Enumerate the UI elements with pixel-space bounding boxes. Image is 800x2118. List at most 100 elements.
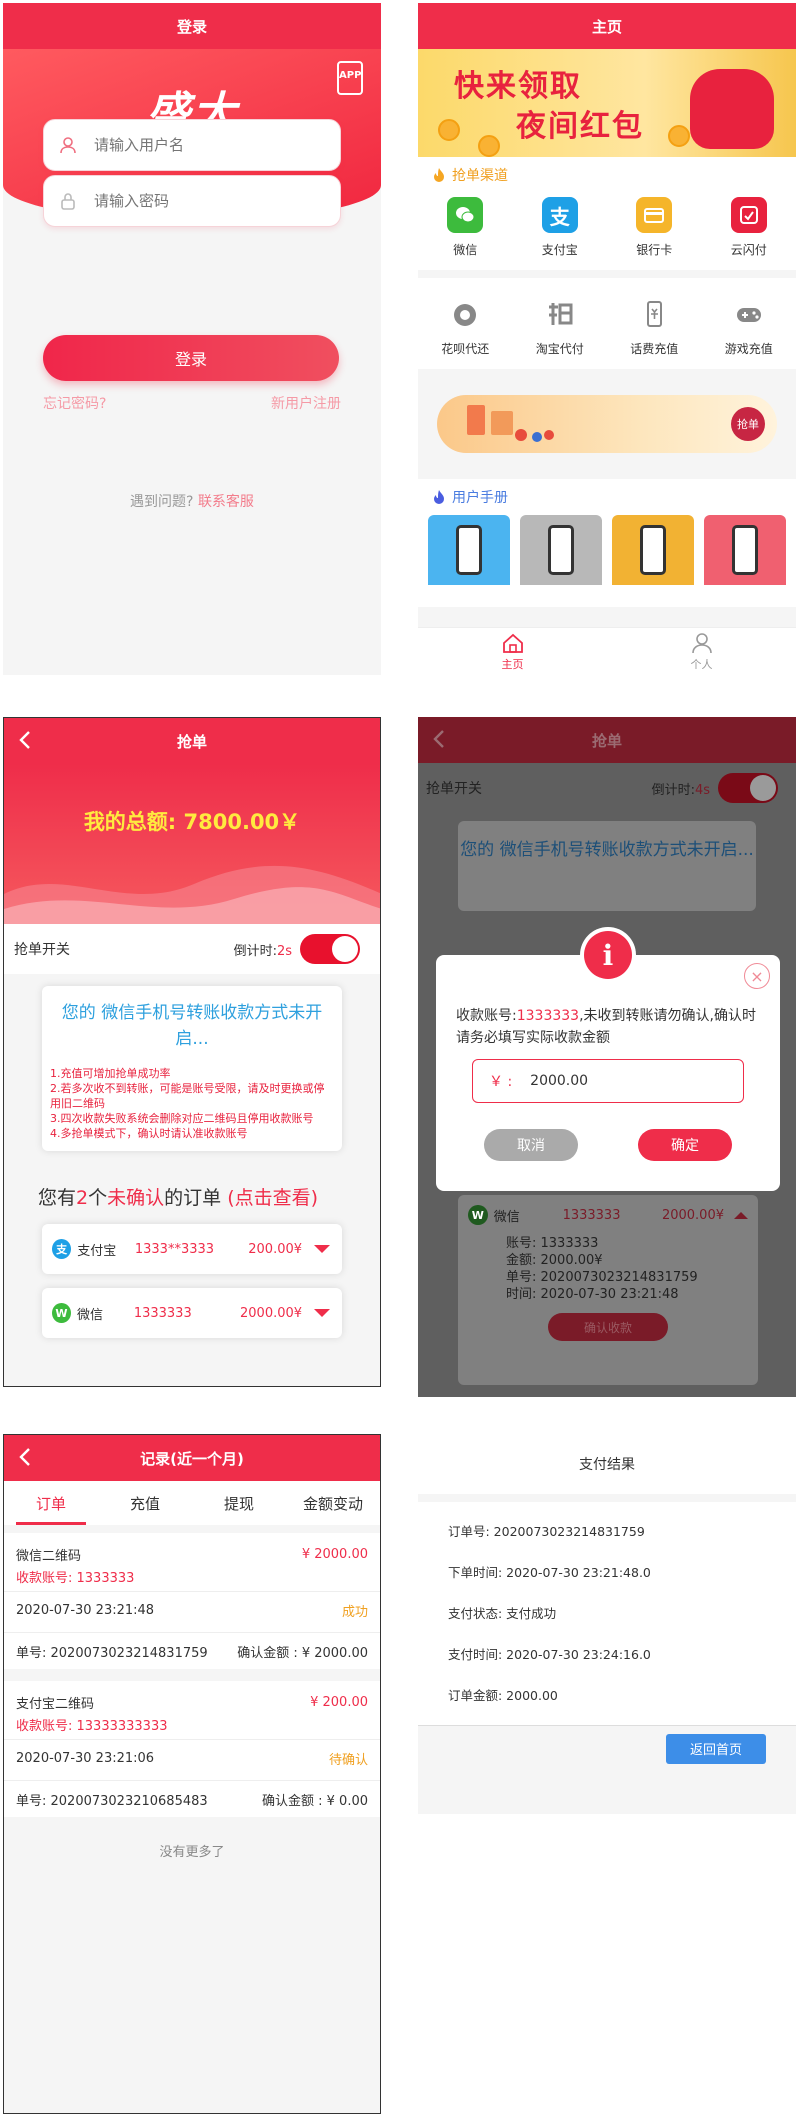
- channel-alipay[interactable]: 支 支付宝: [520, 197, 600, 258]
- flame-icon: [434, 490, 444, 504]
- app-download-icon[interactable]: APP: [337, 61, 363, 95]
- money-bag-icon: [690, 69, 774, 149]
- grab-header: 抢单: [4, 718, 380, 764]
- grab-switch-row: 抢单开关 倒计时:2s: [4, 924, 380, 974]
- record-item[interactable]: 支付宝二维码 ¥ 200.00 收款账号: 13333333333 2020-07…: [4, 1681, 380, 1817]
- tab-orders[interactable]: 订单: [4, 1481, 98, 1525]
- total-amount: 我的总额: 7800.00￥: [83, 810, 301, 834]
- ok-button[interactable]: 确定: [638, 1129, 732, 1161]
- register-link[interactable]: 新用户注册: [271, 393, 341, 413]
- channel-unionpay[interactable]: 云闪付: [709, 197, 789, 258]
- channel-wechat[interactable]: 微信: [425, 197, 505, 258]
- notice-card: 您的 微信手机号转账收款方式未开启... 1.充值可增加抢单成功率 2.若多次收…: [42, 986, 342, 1151]
- back-home-button[interactable]: 返回首页: [666, 1733, 766, 1764]
- order-card[interactable]: 支 支付宝 1333**3333 200.00¥: [42, 1224, 342, 1274]
- section-title: 抢单渠道: [418, 157, 796, 193]
- back-arrow-icon[interactable]: [16, 1446, 36, 1470]
- notice-line: 2.若多次收不到转账，可能是账号受限，请及时更换或停用旧二维码: [50, 1082, 325, 1110]
- expand-caret-icon[interactable]: [314, 1245, 331, 1253]
- tab-withdraw[interactable]: 提现: [192, 1481, 286, 1525]
- order-summary-row: W 微信 1333333 2000.00¥: [468, 1205, 748, 1225]
- grab-toggle[interactable]: [718, 773, 778, 803]
- info-icon: i: [584, 931, 632, 979]
- service-game-recharge[interactable]: 游戏充值: [709, 296, 789, 357]
- records-header: 记录(近一个月): [4, 1435, 380, 1481]
- wechat-icon: W: [468, 1205, 488, 1225]
- status-badge: 成功: [341, 1604, 368, 1620]
- order-detail-card: W 微信 1333333 2000.00¥ 账号: 1333333 金额: 20…: [458, 1195, 758, 1385]
- grab-switch-row: 抢单开关 倒计时:4s: [418, 763, 796, 813]
- grab-toggle[interactable]: [300, 934, 360, 964]
- phone-users-icon: [640, 525, 666, 575]
- grab-header: 抢单: [418, 717, 796, 763]
- contact-support-link[interactable]: 联系客服: [198, 494, 254, 510]
- person-icon: [691, 632, 712, 653]
- view-orders-link[interactable]: (点击查看): [227, 1187, 318, 1209]
- wechat-icon: [447, 197, 484, 233]
- page-title: 抢单: [176, 732, 207, 751]
- user-manual-section: 用户手册: [418, 479, 796, 607]
- amount-input[interactable]: ￥ : 2000.00: [472, 1059, 744, 1103]
- tab-home[interactable]: 主页: [418, 628, 607, 675]
- manual-card[interactable]: [520, 515, 602, 585]
- promo-banner[interactable]: 抢单: [418, 369, 796, 479]
- amount-value: 2000.00: [530, 1073, 589, 1089]
- tab-balance-changes[interactable]: 金额变动: [286, 1481, 380, 1525]
- page-title: 记录(近一个月): [140, 1449, 244, 1468]
- service-phone-recharge[interactable]: 话费充值: [614, 296, 694, 357]
- page-title: 登录: [176, 17, 207, 36]
- tab-recharge[interactable]: 充值: [98, 1481, 192, 1525]
- tab-me[interactable]: 个人: [607, 628, 796, 675]
- wave-decoration: [4, 865, 380, 924]
- records-tabs: 订单 充值 提现 金额变动: [4, 1481, 380, 1525]
- home-icon: [502, 633, 523, 653]
- countdown-group: 倒计时:2s: [234, 934, 360, 964]
- phone-recharge-icon: [636, 296, 672, 332]
- manual-card[interactable]: [428, 515, 510, 585]
- collapse-caret-icon[interactable]: [733, 1211, 748, 1219]
- manual-card[interactable]: [704, 515, 786, 585]
- manual-card[interactable]: [612, 515, 694, 585]
- service-taobao[interactable]: 淘宝代付: [520, 296, 600, 357]
- flame-icon: [434, 168, 444, 182]
- help-row: 遇到问题? 联系客服: [3, 491, 381, 511]
- login-screen: 登录 盛大 APP 登录 忘记密码? 新用户注册 遇到问题? 联系客服: [3, 3, 381, 675]
- alipay-icon: 支: [541, 197, 578, 233]
- service-huabei[interactable]: 花呗代还: [425, 296, 505, 357]
- password-input[interactable]: [94, 192, 294, 210]
- forgot-password-link[interactable]: 忘记密码?: [43, 393, 106, 413]
- close-icon[interactable]: ×: [744, 963, 770, 989]
- login-button[interactable]: 登录: [43, 335, 339, 381]
- unionpay-icon: [730, 197, 767, 233]
- bank-card-icon: [636, 197, 673, 233]
- huabei-icon: [447, 296, 483, 332]
- promo-grab-button[interactable]: 抢单: [731, 407, 765, 441]
- home-header: 主页: [418, 3, 796, 49]
- expand-caret-icon[interactable]: [314, 1309, 330, 1317]
- section-title: 用户手册: [418, 479, 796, 515]
- switch-label: 抢单开关: [426, 781, 482, 797]
- order-info: 账号: 1333333 金额: 2000.00¥ 单号: 20200730232…: [506, 1236, 698, 1302]
- bottom-tab-bar: 主页 个人: [418, 627, 796, 675]
- promo-illustration-icon: [467, 405, 554, 442]
- cancel-button[interactable]: 取消: [484, 1129, 578, 1161]
- notice-line: 3.四次收款失败系统会删除对应二维码且停用收款账号: [50, 1112, 314, 1125]
- back-arrow-icon[interactable]: [16, 729, 36, 753]
- red-packet-banner[interactable]: 快来领取 夜间红包: [418, 49, 796, 157]
- info-badge: i: [580, 927, 636, 983]
- back-arrow-icon[interactable]: [430, 728, 450, 752]
- username-field[interactable]: [43, 119, 341, 171]
- detail-row: 订单金额: 2000.00: [448, 1688, 558, 1703]
- order-card[interactable]: W 微信 1333333 2000.00¥: [42, 1288, 342, 1338]
- username-input[interactable]: [94, 136, 294, 154]
- confirm-receipt-button[interactable]: 确认收款: [548, 1313, 668, 1341]
- detail-row: 订单号: 2020073023214831759: [448, 1524, 645, 1539]
- coin-icon: [478, 135, 500, 157]
- alipay-icon: 支: [52, 1239, 72, 1259]
- login-header: 登录: [3, 3, 381, 49]
- channel-bank-card[interactable]: 银行卡: [614, 197, 694, 258]
- records-screen: 记录(近一个月) 订单 充值 提现 金额变动 微信二维码 ¥ 2000.00 收款…: [3, 1434, 381, 2114]
- record-item[interactable]: 微信二维码 ¥ 2000.00 收款账号: 1333333 2020-07-30 …: [4, 1533, 380, 1669]
- password-field[interactable]: [43, 175, 341, 227]
- page-title: 抢单: [591, 731, 622, 750]
